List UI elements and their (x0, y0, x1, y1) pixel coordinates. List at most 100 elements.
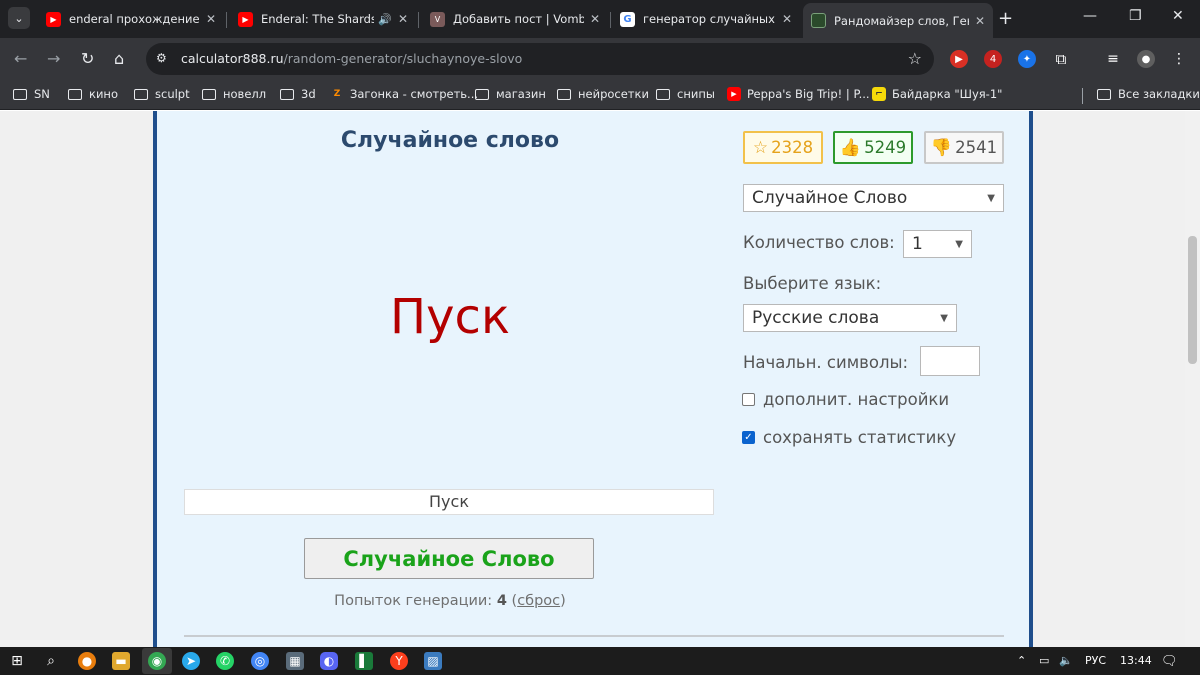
scrollbar-thumb[interactable] (1188, 236, 1197, 364)
extra-settings-checkbox[interactable] (742, 393, 755, 406)
reload-button[interactable]: ↻ (81, 49, 94, 68)
recording-extension-icon[interactable]: ▶ (950, 50, 968, 68)
tab-word-randomizer[interactable]: Рандомайзер слов, Генe ✕ (803, 3, 993, 38)
chevron-down-icon: ⌄ (14, 11, 24, 25)
bookmark-link[interactable]: Z Загонка - смотреть... (330, 87, 478, 101)
tab-vombat-post[interactable]: V Добавить пост | Vombat ✕ (422, 4, 608, 34)
image-viewer-icon[interactable]: ▨ (424, 652, 442, 670)
ad-extension-icon[interactable]: 4 (984, 50, 1002, 68)
youtube-icon: ▶ (46, 11, 61, 27)
word-count-select[interactable]: 1 ▼ (903, 230, 972, 258)
reset-link[interactable]: сброс (517, 593, 560, 609)
star-icon: ☆ (752, 137, 769, 158)
calculator888-icon (811, 13, 826, 28)
page-title: Случайное слово (340, 128, 560, 153)
bookmark-link[interactable]: ⌐ Байдарка "Шуя-1" (872, 87, 1002, 101)
start-chars-input[interactable] (920, 346, 980, 376)
colorful-extension-icon[interactable]: ✦ (1018, 50, 1036, 68)
telegram-icon[interactable]: ➤ (182, 652, 200, 670)
folder-icon (1097, 88, 1111, 100)
tab-google-search[interactable]: G генератор случайных с ✕ (612, 4, 800, 34)
close-icon[interactable]: ✕ (398, 12, 408, 26)
generated-word: Пуск (390, 289, 510, 345)
favorites-button[interactable]: ☆ 2328 (743, 131, 823, 164)
bookmark-folder[interactable]: новелл (202, 87, 266, 101)
youtube-icon: ▶ (727, 87, 741, 101)
site-settings-icon[interactable]: ⚙ (156, 51, 172, 67)
browser-toolbar: ← → ↻ ⌂ ⚙ calculator888.ru/random-genera… (0, 38, 1200, 80)
speaker-icon[interactable]: 🔊 (378, 13, 392, 26)
tab-search-button[interactable]: ⌄ (8, 7, 30, 29)
discord-icon[interactable]: ◐ (320, 652, 338, 670)
close-icon[interactable]: ✕ (590, 12, 600, 26)
browser-menu-icon[interactable]: ⋮ (1170, 50, 1188, 68)
home-button[interactable]: ⌂ (114, 49, 124, 68)
mode-select[interactable]: Случайное Слово ▼ (743, 184, 1004, 212)
profile-avatar[interactable]: ● (1137, 50, 1155, 68)
generate-word-button[interactable]: Случайное Слово (304, 538, 594, 579)
close-window-button[interactable]: ✕ (1172, 8, 1184, 24)
page-scrollbar[interactable] (1185, 111, 1200, 647)
arrow-right-icon: → (47, 49, 61, 68)
clock[interactable]: 13:44 (1120, 654, 1152, 667)
volume-icon[interactable]: 🔈 (1059, 654, 1073, 667)
attempts-counter: Попыток генерации: 4 (сброс) (334, 593, 566, 609)
minimize-button[interactable]: — (1083, 8, 1097, 24)
bookmark-folder[interactable]: нейросетки (557, 87, 649, 101)
result-text-field[interactable]: Пуск (184, 489, 714, 515)
extensions-puzzle-icon[interactable]: ⧉ (1052, 50, 1070, 68)
restore-icon: ❐ (1129, 8, 1142, 24)
folder-icon (656, 88, 670, 100)
calculator-icon[interactable]: ▦ (286, 652, 304, 670)
dislike-button[interactable]: 👎 2541 (924, 131, 1004, 164)
close-icon[interactable]: ✕ (782, 12, 792, 26)
tab-separator (418, 12, 419, 28)
save-stats-checkbox[interactable]: ✓ (742, 431, 755, 444)
back-button[interactable]: ← (14, 49, 27, 68)
close-icon: ✕ (1172, 8, 1184, 24)
bookmark-folder[interactable]: кино (68, 87, 118, 101)
save-stats-option[interactable]: ✓ сохранять статистику (742, 428, 956, 447)
bookmark-folder[interactable]: sculpt (134, 87, 190, 101)
chrome-alt-icon[interactable]: ◎ (251, 652, 269, 670)
yandex-browser-icon[interactable]: Y (390, 652, 408, 670)
chrome-icon[interactable]: ◉ (148, 652, 166, 670)
windows-start-icon[interactable]: ⊞ (8, 652, 26, 670)
url-text[interactable]: calculator888.ru/random-generator/slucha… (181, 51, 522, 66)
blender-icon[interactable]: ● (78, 652, 96, 670)
new-tab-button[interactable]: + (998, 8, 1013, 29)
search-icon[interactable]: ⌕ (42, 652, 60, 670)
bookmark-folder[interactable]: снипы (656, 87, 715, 101)
folder-icon (68, 88, 82, 100)
browser-tab-strip: ⌄ ▶ enderal прохождение бе ✕ ▶ Enderal: … (0, 0, 1200, 38)
notepad-icon[interactable]: ▌ (355, 652, 373, 670)
close-icon[interactable]: ✕ (206, 12, 216, 26)
forward-button[interactable]: → (47, 49, 60, 68)
bookmark-star-icon[interactable]: ☆ (908, 49, 922, 68)
restore-button[interactable]: ❐ (1129, 8, 1142, 24)
bookmark-folder[interactable]: магазин (475, 87, 546, 101)
windows-taskbar: ⊞ ⌕ ● ▬ ◉ ➤ ✆ ◎ ▦ ◐ ▌ Y ▨ ⌃ ▭ 🔈 РУС 13:4… (0, 647, 1200, 675)
whatsapp-icon[interactable]: ✆ (216, 652, 234, 670)
media-control-icon[interactable]: ≡ (1104, 50, 1122, 68)
network-icon[interactable]: ▭ (1039, 654, 1049, 667)
tab-enderal-playthrough[interactable]: ▶ enderal прохождение бе ✕ (38, 4, 224, 34)
dropdown-arrow-icon: ▼ (987, 193, 995, 204)
bookmark-folder[interactable]: 3d (280, 87, 316, 101)
close-icon[interactable]: ✕ (975, 14, 985, 28)
kayak-site-icon: ⌐ (872, 87, 886, 101)
address-bar[interactable]: ⚙ calculator888.ru/random-generator/sluc… (146, 43, 934, 75)
tray-chevron-icon[interactable]: ⌃ (1017, 654, 1026, 667)
all-bookmarks-button[interactable]: Все закладки (1097, 87, 1200, 101)
bookmark-link[interactable]: ▶ Peppa's Big Trip! | P... (727, 87, 870, 101)
like-button[interactable]: 👍 5249 (833, 131, 913, 164)
file-explorer-icon[interactable]: ▬ (112, 652, 130, 670)
input-language-indicator[interactable]: РУС (1085, 654, 1106, 667)
extra-settings-option[interactable]: дополнит. настройки (742, 390, 949, 409)
bookmark-folder[interactable]: SN (13, 87, 50, 101)
folder-icon (280, 88, 294, 100)
vombat-icon: V (430, 11, 445, 27)
notifications-icon[interactable]: 🗨 (1161, 654, 1178, 669)
tab-enderal-shards[interactable]: ▶ Enderal: The Shards o 🔊 ✕ (230, 4, 416, 34)
language-select[interactable]: Русские слова ▼ (743, 304, 957, 332)
